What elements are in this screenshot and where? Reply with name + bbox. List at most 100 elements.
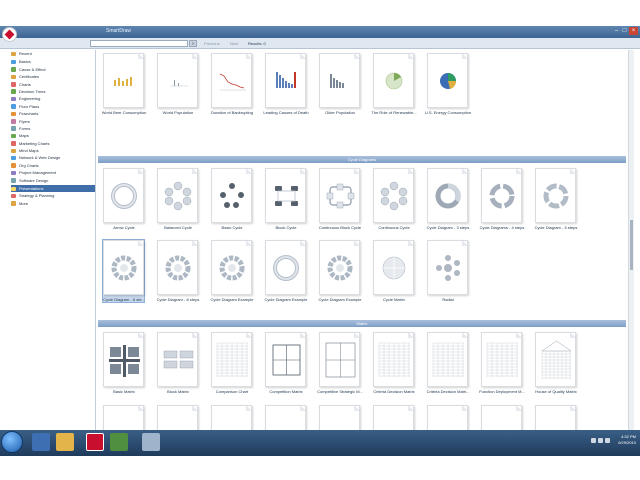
- template-tile[interactable]: Cycle Diagrams - 4 steps: [480, 168, 524, 230]
- sidebar-item-more[interactable]: More: [11, 200, 95, 207]
- app-logo-icon[interactable]: [2, 27, 17, 42]
- template-thumbnail: [373, 168, 414, 223]
- sidebar-item-flyers[interactable]: Flyers: [11, 118, 95, 125]
- sidebar-item-certificates[interactable]: Certificates: [11, 73, 95, 80]
- template-tile[interactable]: Duration of Bankrupting: [211, 53, 253, 115]
- matrix-template-row: Basic Matrix Block Matrix Comparison Chart…: [103, 332, 577, 394]
- chart-template-row: World Beer Consumption World Population Du…: [102, 53, 471, 115]
- network-icon[interactable]: [591, 438, 596, 443]
- close-button[interactable]: ×: [629, 27, 638, 35]
- template-tile[interactable]: House of Quality Matrix: [535, 332, 577, 394]
- app-icon[interactable]: [110, 433, 128, 451]
- template-tile[interactable]: Criteria Decision Matri...: [427, 332, 469, 394]
- previous-button[interactable]: Previous: [204, 41, 220, 46]
- template-tile[interactable]: Cycle Diagram Example: [319, 240, 361, 302]
- template-thumbnail: [265, 168, 306, 223]
- template-tile[interactable]: Block Cycle: [265, 168, 306, 230]
- template-tile[interactable]: Cycle Diagram - 6 ste...: [102, 239, 145, 303]
- template-thumbnail: [103, 332, 144, 387]
- volume-icon[interactable]: [598, 438, 603, 443]
- sidebar-item-decision-trees[interactable]: Decision Trees: [11, 88, 95, 95]
- template-tile[interactable]: Cycle Matrix: [373, 240, 414, 302]
- maximize-button[interactable]: □: [621, 27, 628, 35]
- sidebar-item-recent[interactable]: Recent: [11, 50, 95, 57]
- sidebar-item-cause-effect[interactable]: Cause & Effect: [11, 66, 95, 73]
- template-tile[interactable]: Radial: [427, 240, 468, 302]
- sidebar-item-presentations[interactable]: Presentations: [11, 185, 95, 193]
- sidebar-item-software-design[interactable]: Software Design: [11, 177, 95, 184]
- sidebar-item-strategy-planning[interactable]: Strategy & Planning: [11, 192, 95, 199]
- sidebar-item-maps[interactable]: Maps: [11, 132, 95, 139]
- template-tile[interactable]: Cycle Diagram - 3 steps: [427, 168, 469, 230]
- next-button[interactable]: Next: [230, 41, 238, 46]
- template-tile[interactable]: Cycle Diagram Example: [265, 240, 307, 302]
- tray-icons: [591, 438, 610, 443]
- template-tile[interactable]: Continuous Cycle: [373, 168, 414, 230]
- sidebar-item-basics[interactable]: Basics: [11, 58, 95, 65]
- template-tile[interactable]: Competition Matrix: [265, 332, 306, 394]
- sidebar-item-org-charts[interactable]: Org Charts: [11, 162, 95, 169]
- ie-icon[interactable]: [32, 433, 50, 451]
- template-tile[interactable]: Leading Causes of Death: [263, 53, 309, 115]
- matrix-template-row-2: [103, 405, 576, 430]
- minimize-button[interactable]: –: [613, 27, 620, 35]
- template-tile[interactable]: Criteria Decision Matrix: [373, 332, 415, 394]
- smartdraw-icon[interactable]: [86, 433, 104, 451]
- template-tile[interactable]: Cycle Diagram - 8 steps: [157, 240, 199, 302]
- sidebar-item-label: Software Design: [19, 177, 49, 183]
- template-tile[interactable]: [265, 405, 306, 430]
- sidebar-item-forms[interactable]: Forms: [11, 125, 95, 132]
- clock-date: 6/29/2010: [618, 440, 636, 445]
- sidebar-item-mind-maps[interactable]: Mind Maps: [11, 147, 95, 154]
- template-tile[interactable]: Comparison Chart: [211, 332, 252, 394]
- template-tile[interactable]: Continuous Block Cycle: [319, 168, 361, 230]
- template-tile[interactable]: Older Population: [319, 53, 360, 115]
- sidebar-item-engineering[interactable]: Engineering: [11, 95, 95, 102]
- sidebar-item-floor-plans[interactable]: Floor Plans: [11, 103, 95, 110]
- template-thumbnail: [427, 168, 468, 223]
- template-tile[interactable]: Cycle Diagram Example: [211, 240, 253, 302]
- template-tile[interactable]: The Role of Renewable...: [371, 53, 417, 115]
- explorer-icon[interactable]: [56, 433, 74, 451]
- template-label: World Population: [162, 110, 194, 115]
- clock[interactable]: 4:32 PM 6/29/2010: [618, 434, 636, 446]
- template-tile[interactable]: [535, 405, 576, 430]
- sidebar-item-charts[interactable]: Charts: [11, 81, 95, 88]
- search-input[interactable]: [90, 40, 188, 47]
- template-tile[interactable]: [373, 405, 414, 430]
- template-tile[interactable]: Basic Cycle: [211, 168, 252, 230]
- search-go-button[interactable]: ›: [189, 40, 197, 47]
- template-label: Cycle Diagram Example: [210, 297, 254, 302]
- template-tile[interactable]: [211, 405, 252, 430]
- template-tile[interactable]: Balanced Cycle: [157, 168, 198, 230]
- template-tile[interactable]: Block Matrix: [157, 332, 198, 394]
- sidebar-item-network-web-design[interactable]: Network & Web Design: [11, 154, 95, 161]
- template-thumbnail: [427, 240, 468, 295]
- template-thumbnail: [535, 168, 576, 223]
- template-tile[interactable]: Cycle Diagram - 5 steps: [535, 168, 577, 230]
- sidebar-item-label: Network & Web Design: [19, 155, 61, 161]
- template-thumbnail: [319, 53, 360, 108]
- template-tile[interactable]: [427, 405, 468, 430]
- flag-icon[interactable]: [605, 438, 610, 443]
- template-tile[interactable]: [481, 405, 522, 430]
- template-tile[interactable]: [103, 405, 144, 430]
- sidebar-item-flowcharts[interactable]: Flowcharts: [11, 110, 95, 117]
- template-tile[interactable]: [319, 405, 360, 430]
- template-thumbnail: [427, 405, 468, 430]
- template-tile[interactable]: Arrow Cycle: [103, 168, 144, 230]
- template-label: Older Population: [325, 110, 355, 115]
- scrollbar-thumb[interactable]: [630, 220, 633, 270]
- template-tile[interactable]: Competitive Strategic M...: [317, 332, 363, 394]
- sidebar-item-marketing-charts[interactable]: Marketing Charts: [11, 140, 95, 147]
- template-tile[interactable]: World Beer Consumption: [102, 53, 146, 115]
- template-tile[interactable]: U.S. Energy Consumption: [425, 53, 471, 115]
- template-tile[interactable]: Basic Matrix: [103, 332, 144, 394]
- template-tile[interactable]: [157, 405, 198, 430]
- sidebar-item-project-management[interactable]: Project Management: [11, 169, 95, 176]
- tool-icon[interactable]: [142, 433, 160, 451]
- vertical-scrollbar[interactable]: [628, 50, 634, 430]
- start-button[interactable]: [1, 431, 23, 453]
- template-tile[interactable]: World Population: [157, 53, 198, 115]
- template-tile[interactable]: Function Deployment M...: [479, 332, 525, 394]
